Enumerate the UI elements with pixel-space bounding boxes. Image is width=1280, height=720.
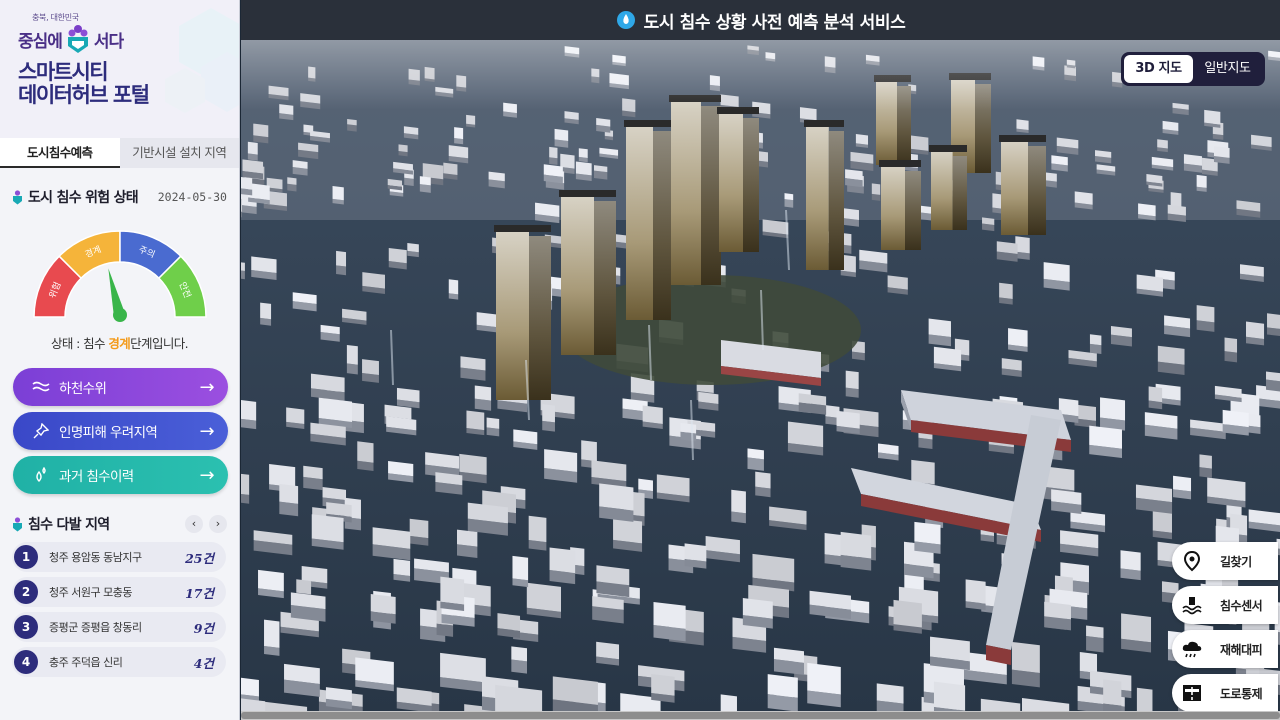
brand-emblem-icon [67, 25, 88, 53]
arrow-right-icon: → [199, 464, 215, 486]
casualty-risk-button[interactable]: 인명피해 우려지역 → [13, 412, 228, 450]
hexagon-pattern-icon [165, 8, 239, 113]
drops-icon [31, 467, 51, 483]
next-page-button[interactable]: › [209, 515, 227, 533]
water-drop-icon [616, 11, 635, 29]
gauge-hub [113, 308, 127, 322]
tab-infrastructure-area[interactable]: 기반시설 설치 지역 [120, 138, 240, 168]
rank-number: 3 [14, 615, 38, 639]
sidebar: 충북, 대한민국 중심에 서다 스마트시티 데이터허브 포털 도시침수예측 기반… [0, 0, 240, 720]
service-title: 도시 침수 상황 사전 예측 분석 서비스 [643, 12, 906, 33]
tab-flood-prediction[interactable]: 도시침수예측 [0, 138, 120, 168]
casualty-risk-label: 인명피해 우려지역 [59, 425, 158, 441]
risk-title: 도시 침수 위험 상태 [28, 190, 139, 206]
arrow-right-icon: → [199, 376, 215, 398]
arrow-right-icon: → [199, 420, 215, 442]
3d-map-view[interactable] [241, 0, 1280, 720]
scrollbar-thumb[interactable] [241, 712, 1280, 719]
rank-area-name: 청주 용암동 동남지구 [49, 551, 142, 564]
road-control-icon [1180, 681, 1204, 705]
slogan-left: 중심에 [18, 31, 63, 52]
alert-pin-icon [13, 189, 22, 204]
risk-gauge: 위험 경계 주의 안전 [0, 209, 239, 339]
sidebar-tabs: 도시침수예측 기반시설 설치 지역 [0, 138, 239, 168]
alert-pin-icon [13, 516, 22, 531]
list-item[interactable]: 3 증평군 증평읍 창동리 9건 [12, 612, 226, 642]
flood-sensor-icon [1180, 593, 1204, 617]
flood-sensor-button[interactable]: 침수센서 [1172, 586, 1278, 624]
map-tools: 길찾기 침수센서 재해대피 도로통제 [1172, 542, 1278, 712]
horizontal-scrollbar[interactable] [241, 711, 1280, 720]
river-level-label: 하천수위 [59, 381, 107, 397]
map-type-toggle: 3D 지도 일반지도 [1121, 52, 1265, 86]
pin-icon [31, 423, 51, 439]
frequent-title: 침수 다발 지역 [28, 517, 110, 533]
rank-count: 4건 [193, 655, 214, 671]
list-item[interactable]: 2 청주 서원구 모충동 17건 [12, 577, 226, 607]
route-label: 길찾기 [1220, 554, 1252, 569]
frequent-section-header: 침수 다발 지역 ‹ › [0, 514, 239, 534]
evacuation-label: 재해대피 [1220, 642, 1263, 657]
evacuation-button[interactable]: 재해대피 [1172, 630, 1278, 668]
list-item[interactable]: 1 청주 용암동 동남지구 25건 [12, 542, 226, 572]
frequent-pager: ‹ › [185, 515, 227, 533]
rank-area-name: 증평군 증평읍 창동리 [49, 621, 142, 634]
gauge-chart: 위험경계 주의안전 [33, 230, 207, 322]
service-header: 도시 침수 상황 사전 예측 분석 서비스 [241, 0, 1280, 40]
risk-date: 2024-05-30 [157, 190, 227, 204]
list-item[interactable]: 4 충주 주덕읍 신리 4건 [12, 647, 226, 677]
slogan-right: 서다 [93, 31, 124, 52]
rank-number: 4 [14, 650, 38, 674]
wave-icon [31, 379, 51, 395]
city-3d-render[interactable] [241, 0, 1280, 720]
road-control-button[interactable]: 도로통제 [1172, 674, 1278, 712]
rank-number: 1 [14, 545, 38, 569]
brand-header: 충북, 대한민국 중심에 서다 스마트시티 데이터허브 포털 [0, 0, 239, 138]
rank-count: 25건 [185, 550, 214, 566]
flood-history-button[interactable]: 과거 침수이력 → [13, 456, 228, 494]
road-control-label: 도로통제 [1220, 686, 1263, 701]
rank-area-name: 충주 주덕읍 신리 [49, 656, 123, 669]
flood-sensor-label: 침수센서 [1220, 598, 1263, 613]
flood-history-label: 과거 침수이력 [59, 469, 134, 485]
map-3d-option[interactable]: 3D 지도 [1124, 55, 1193, 83]
frequent-list: 1 청주 용암동 동남지구 25건 2 청주 서원구 모충동 17건 3 증평군… [0, 542, 239, 677]
rank-count: 9건 [193, 620, 214, 636]
river-level-button[interactable]: 하천수위 → [13, 368, 228, 406]
prev-page-button[interactable]: ‹ [185, 515, 203, 533]
rank-number: 2 [14, 580, 38, 604]
rank-count: 17건 [185, 585, 214, 601]
risk-section-header: 도시 침수 위험 상태 2024-05-30 [0, 187, 239, 207]
map-general-option[interactable]: 일반지도 [1193, 55, 1262, 83]
location-pin-icon [1180, 549, 1204, 573]
route-button[interactable]: 길찾기 [1172, 542, 1278, 580]
rank-area-name: 청주 서원구 모충동 [49, 586, 132, 599]
rain-cloud-icon [1180, 637, 1204, 661]
